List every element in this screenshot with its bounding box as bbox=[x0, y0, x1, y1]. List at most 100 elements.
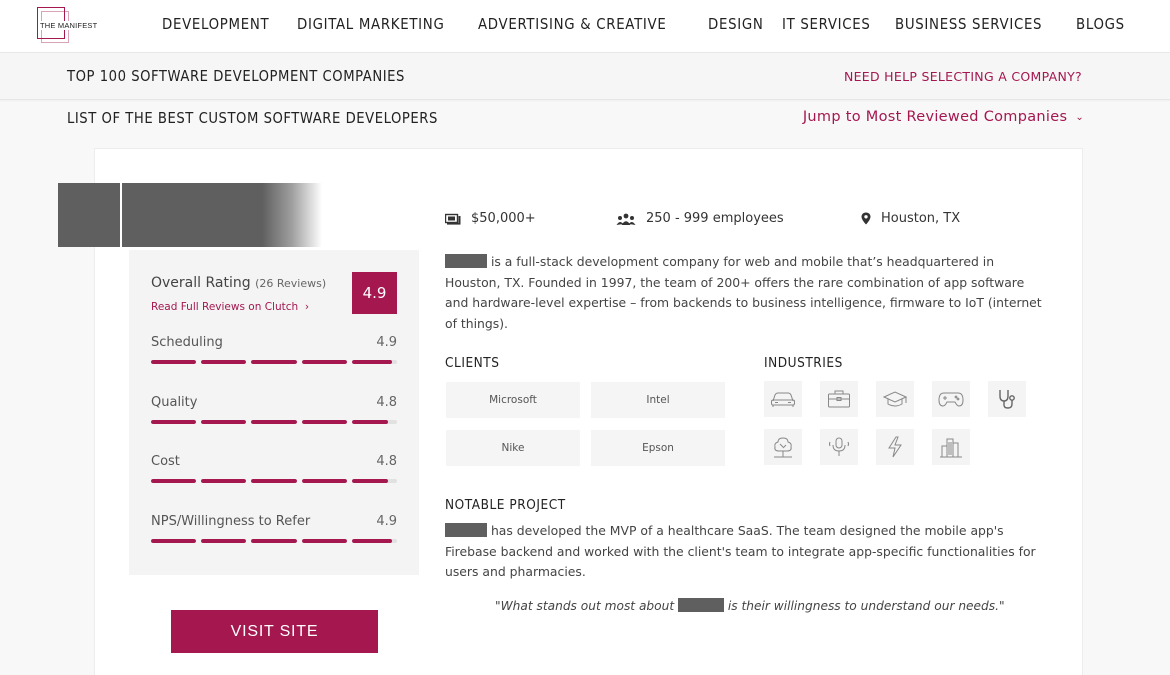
rating-segment bbox=[201, 360, 247, 364]
tree-icon bbox=[774, 437, 792, 458]
ratings-panel: Overall Rating (26 Reviews) Read Full Re… bbox=[129, 250, 419, 575]
metric-label: Scheduling bbox=[151, 335, 223, 350]
company-description: is a full-stack development company for … bbox=[445, 252, 1045, 334]
jump-link[interactable]: Jump to Most Reviewed Companies ⌄ bbox=[803, 109, 1084, 125]
rating-segment bbox=[201, 420, 247, 424]
rating-segment bbox=[351, 539, 398, 543]
money-icon bbox=[445, 213, 461, 225]
top-nav: THE MANIFEST DEVELOPMENT DIGITAL MARKETI… bbox=[0, 0, 1170, 52]
notable-line1: has developed the MVP of a healthcare Sa… bbox=[487, 523, 1004, 538]
map-pin-icon bbox=[861, 212, 871, 225]
jump-link-label: Jump to Most Reviewed Companies bbox=[802, 109, 1068, 125]
rating-segment bbox=[251, 539, 297, 543]
rating-segment bbox=[301, 539, 347, 543]
car-icon bbox=[771, 392, 795, 407]
min-project-size: $50,000+ bbox=[471, 211, 536, 226]
metric-label: Quality bbox=[151, 395, 198, 410]
description-rest: Houston, TX. Founded in 1997, the team o… bbox=[445, 274, 1042, 331]
rating-segment bbox=[201, 479, 247, 483]
industry-gaming bbox=[932, 381, 970, 417]
rating-segment bbox=[151, 360, 197, 364]
client-microsoft: Microsoft bbox=[446, 382, 580, 418]
industry-business bbox=[820, 381, 858, 417]
nav-item-development[interactable]: DEVELOPMENT bbox=[162, 15, 269, 33]
visit-site-button[interactable]: VISIT SITE bbox=[171, 610, 378, 653]
rating-segment bbox=[201, 539, 247, 543]
rating-segment bbox=[151, 420, 197, 424]
company-facts: $50,000+ 250 - 999 employees Houston, TX bbox=[445, 211, 1045, 229]
overall-label: Overall Rating bbox=[151, 275, 251, 291]
fact-location: Houston, TX bbox=[861, 211, 960, 226]
logo-text: THE MANIFEST bbox=[39, 21, 99, 30]
help-link[interactable]: NEED HELP SELECTING A COMPANY? bbox=[844, 69, 1082, 84]
nav-item-blogs[interactable]: BLOGS bbox=[1076, 15, 1125, 33]
industry-environment bbox=[764, 429, 802, 465]
nav-menu: DEVELOPMENT DIGITAL MARKETING ADVERTISIN… bbox=[152, 15, 1133, 33]
industry-media bbox=[820, 429, 858, 465]
city-icon bbox=[940, 438, 962, 458]
rating-segment bbox=[351, 420, 398, 424]
company-name-redacted bbox=[122, 183, 322, 247]
review-count: (26 Reviews) bbox=[255, 277, 327, 290]
notable-rest: Firebase backend and worked with the cli… bbox=[445, 543, 1036, 580]
description-line1: is a full-stack development company for … bbox=[487, 254, 995, 269]
fact-employees: 250 - 999 employees bbox=[616, 211, 784, 226]
page-title: TOP 100 SOFTWARE DEVELOPMENT COMPANIES bbox=[67, 67, 405, 85]
rating-segment bbox=[251, 479, 297, 483]
metric-bar bbox=[151, 479, 398, 483]
fact-min-project: $50,000+ bbox=[445, 211, 536, 226]
rating-segment bbox=[301, 420, 347, 424]
industry-energy bbox=[876, 429, 914, 465]
list-title: LIST OF THE BEST CUSTOM SOFTWARE DEVELOP… bbox=[67, 109, 438, 127]
client-nike: Nike bbox=[446, 430, 580, 466]
metric-label: NPS/Willingness to Refer bbox=[151, 514, 311, 529]
metric-bar bbox=[151, 360, 398, 364]
quote-end: is their willingness to understand our n… bbox=[724, 599, 1005, 613]
manifest-logo[interactable]: THE MANIFEST bbox=[37, 7, 99, 43]
lightning-icon bbox=[888, 436, 902, 458]
redacted-company-name bbox=[445, 523, 487, 537]
redacted-company-name bbox=[678, 598, 724, 612]
company-location: Houston, TX bbox=[881, 211, 961, 226]
nav-item-digital-marketing[interactable]: DIGITAL MARKETING bbox=[297, 15, 444, 33]
gamepad-icon bbox=[938, 392, 964, 407]
metric-bar bbox=[151, 420, 398, 424]
redacted-company-name bbox=[445, 254, 487, 268]
microphone-icon bbox=[829, 437, 849, 456]
graduation-cap-icon bbox=[883, 391, 907, 407]
overall-score-badge: 4.9 bbox=[352, 272, 397, 314]
quote-start: "What stands out most about bbox=[495, 599, 678, 613]
sub-header: TOP 100 SOFTWARE DEVELOPMENT COMPANIES N… bbox=[0, 52, 1170, 100]
nav-item-it-services[interactable]: IT SERVICES bbox=[782, 15, 871, 33]
industry-real-estate bbox=[932, 429, 970, 465]
chevron-down-icon: ⌄ bbox=[1075, 112, 1084, 123]
rating-segment bbox=[301, 479, 347, 483]
metric-bar bbox=[151, 539, 398, 543]
chevron-right-icon: › bbox=[304, 301, 310, 313]
metric-label: Cost bbox=[151, 454, 180, 469]
nav-item-design[interactable]: DESIGN bbox=[708, 15, 764, 33]
nav-item-business-services[interactable]: BUSINESS SERVICES bbox=[895, 15, 1042, 33]
rating-segment bbox=[151, 479, 197, 483]
clients-heading: CLIENTS bbox=[445, 355, 500, 371]
overall-rating-label: Overall Rating (26 Reviews) bbox=[151, 275, 326, 291]
nav-item-advertising-creative[interactable]: ADVERTISING & CREATIVE bbox=[478, 15, 666, 33]
metric-value: 4.9 bbox=[376, 514, 397, 529]
rating-segment bbox=[251, 360, 297, 364]
industry-education bbox=[876, 381, 914, 417]
users-icon bbox=[616, 213, 636, 225]
client-intel: Intel bbox=[591, 382, 725, 418]
briefcase-icon bbox=[828, 390, 850, 408]
client-epson: Epson bbox=[591, 430, 725, 466]
metric-value: 4.8 bbox=[376, 454, 397, 469]
metric-value: 4.9 bbox=[376, 335, 397, 350]
client-quote: "What stands out most about is their wil… bbox=[495, 598, 1005, 613]
rating-segment bbox=[151, 539, 197, 543]
rating-segment bbox=[351, 360, 398, 364]
rating-segment bbox=[251, 420, 297, 424]
read-reviews-label: Read Full Reviews on Clutch bbox=[151, 301, 299, 313]
stethoscope-icon bbox=[999, 390, 1015, 409]
read-reviews-link[interactable]: Read Full Reviews on Clutch › bbox=[151, 301, 309, 313]
notable-project-text: has developed the MVP of a healthcare Sa… bbox=[445, 521, 1045, 583]
rating-segment bbox=[301, 360, 347, 364]
